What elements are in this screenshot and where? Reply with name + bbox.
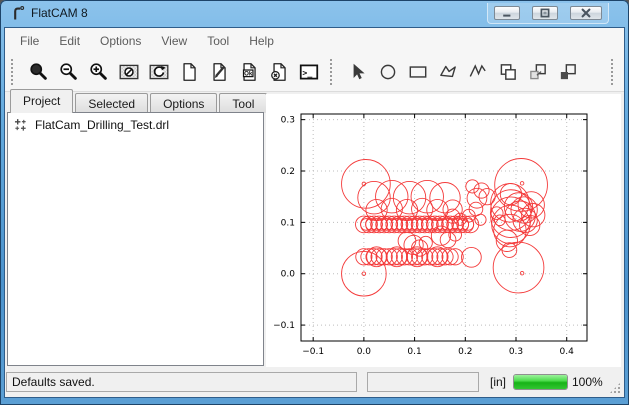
add-rectangle-icon xyxy=(407,61,429,83)
svg-text:>_: >_ xyxy=(302,67,312,77)
menu-edit[interactable]: Edit xyxy=(49,30,90,52)
svg-text:0.3: 0.3 xyxy=(281,116,295,126)
menu-view[interactable]: View xyxy=(151,30,197,52)
save-project-button[interactable]: Ok xyxy=(234,57,264,87)
replot-button[interactable] xyxy=(144,57,174,87)
menu-help[interactable]: Help xyxy=(239,30,284,52)
tab-project[interactable]: Project xyxy=(10,89,73,113)
flatcam-window: FlatCAM 8 FileEditOptionsViewToolHelp Ok… xyxy=(0,0,629,405)
titlebar[interactable]: FlatCAM 8 xyxy=(0,0,629,27)
replot-icon xyxy=(148,61,170,83)
select-tool-button[interactable] xyxy=(343,57,373,87)
add-path-button[interactable] xyxy=(463,57,493,87)
add-polygon-icon xyxy=(437,61,459,83)
add-circle-button[interactable] xyxy=(373,57,403,87)
zoom-fit-icon xyxy=(28,61,50,83)
minimize-button[interactable] xyxy=(494,6,520,20)
menu-file[interactable]: File xyxy=(10,30,49,52)
shell-button[interactable]: >_ xyxy=(294,57,324,87)
resize-grip[interactable] xyxy=(609,382,621,394)
open-project-icon xyxy=(208,61,230,83)
svg-text:−0.1: −0.1 xyxy=(273,321,295,331)
copy-geometry-button[interactable] xyxy=(523,57,553,87)
toolbar-handle[interactable] xyxy=(11,59,18,85)
join-geometry-button[interactable] xyxy=(553,57,583,87)
join-geometry-icon xyxy=(557,61,579,83)
minimize-icon xyxy=(502,8,512,18)
progress-fill xyxy=(514,375,567,389)
tab-selected[interactable]: Selected xyxy=(75,93,148,113)
toolbar: Ok >_ xyxy=(5,53,624,92)
menu-tool[interactable]: Tool xyxy=(197,30,239,52)
svg-text:0.1: 0.1 xyxy=(407,347,421,357)
new-project-button[interactable] xyxy=(174,57,204,87)
close-button[interactable] xyxy=(570,6,602,20)
tab-bar: ProjectSelectedOptionsTool xyxy=(10,91,269,113)
maximize-button[interactable] xyxy=(532,6,558,20)
copy-objects-button[interactable] xyxy=(493,57,523,87)
status-aux-box xyxy=(367,372,479,392)
menu-options[interactable]: Options xyxy=(90,30,151,52)
units-label: [in] xyxy=(484,375,512,389)
window-title: FlatCAM 8 xyxy=(31,6,88,20)
svg-text:0.3: 0.3 xyxy=(509,347,523,357)
svg-text:0.4: 0.4 xyxy=(560,347,575,357)
delete-object-icon xyxy=(268,61,290,83)
shell-icon: >_ xyxy=(298,61,320,83)
status-message-box: Defaults saved. xyxy=(6,372,357,392)
tab-tool[interactable]: Tool xyxy=(219,93,267,113)
progress-bar xyxy=(513,374,568,390)
progress-percent: 100% xyxy=(572,375,603,389)
menubar: FileEditOptionsViewToolHelp xyxy=(5,28,624,53)
zoom-fit-button[interactable] xyxy=(24,57,54,87)
add-path-icon xyxy=(467,61,489,83)
statusbar: Defaults saved. [in] 100% xyxy=(5,369,624,397)
select-tool-icon xyxy=(347,61,369,83)
add-polygon-button[interactable] xyxy=(433,57,463,87)
toolbar-handle[interactable] xyxy=(330,59,337,85)
tab-options[interactable]: Options xyxy=(150,93,217,113)
flatcam-logo-icon xyxy=(11,5,26,27)
plot-canvas[interactable]: −0.1 0.0 0.1 0.2 0.3 0.4 −0.1 0.0 0.1 0.2 0.3 xyxy=(266,94,621,367)
svg-text:0.0: 0.0 xyxy=(357,347,372,357)
tree-item-label: FlatCam_Drilling_Test.drl xyxy=(35,118,169,132)
clear-plot-icon xyxy=(118,61,140,83)
toolbar-handle[interactable] xyxy=(611,59,618,85)
copy-geometry-icon xyxy=(527,61,549,83)
copy-objects-icon xyxy=(497,61,519,83)
drill-points-icon xyxy=(13,117,28,132)
window-controls xyxy=(487,3,609,24)
svg-text:0.2: 0.2 xyxy=(281,167,295,177)
clear-plot-button[interactable] xyxy=(114,57,144,87)
svg-text:Ok: Ok xyxy=(244,70,253,77)
plot-figure[interactable]: −0.1 0.0 0.1 0.2 0.3 0.4 −0.1 0.0 0.1 0.2 0.3 xyxy=(266,94,621,367)
maximize-icon xyxy=(540,8,550,18)
zoom-in-icon xyxy=(88,61,110,83)
status-message: Defaults saved. xyxy=(12,375,95,389)
svg-text:0.0: 0.0 xyxy=(281,270,296,280)
tree-item[interactable]: FlatCam_Drilling_Test.drl xyxy=(8,113,263,134)
svg-text:0.2: 0.2 xyxy=(458,347,472,357)
save-project-icon: Ok xyxy=(238,61,260,83)
svg-text:−0.1: −0.1 xyxy=(302,347,324,357)
project-tree[interactable]: FlatCam_Drilling_Test.drl xyxy=(7,112,264,366)
zoom-out-icon xyxy=(58,61,80,83)
zoom-out-button[interactable] xyxy=(54,57,84,87)
add-rectangle-button[interactable] xyxy=(403,57,433,87)
open-project-button[interactable] xyxy=(204,57,234,87)
add-circle-icon xyxy=(377,61,399,83)
delete-object-button[interactable] xyxy=(264,57,294,87)
svg-text:0.1: 0.1 xyxy=(281,218,295,228)
new-project-icon xyxy=(178,61,200,83)
zoom-in-button[interactable] xyxy=(84,57,114,87)
close-icon xyxy=(581,8,591,18)
client-area: FileEditOptionsViewToolHelp Ok>_ Project… xyxy=(4,27,625,398)
